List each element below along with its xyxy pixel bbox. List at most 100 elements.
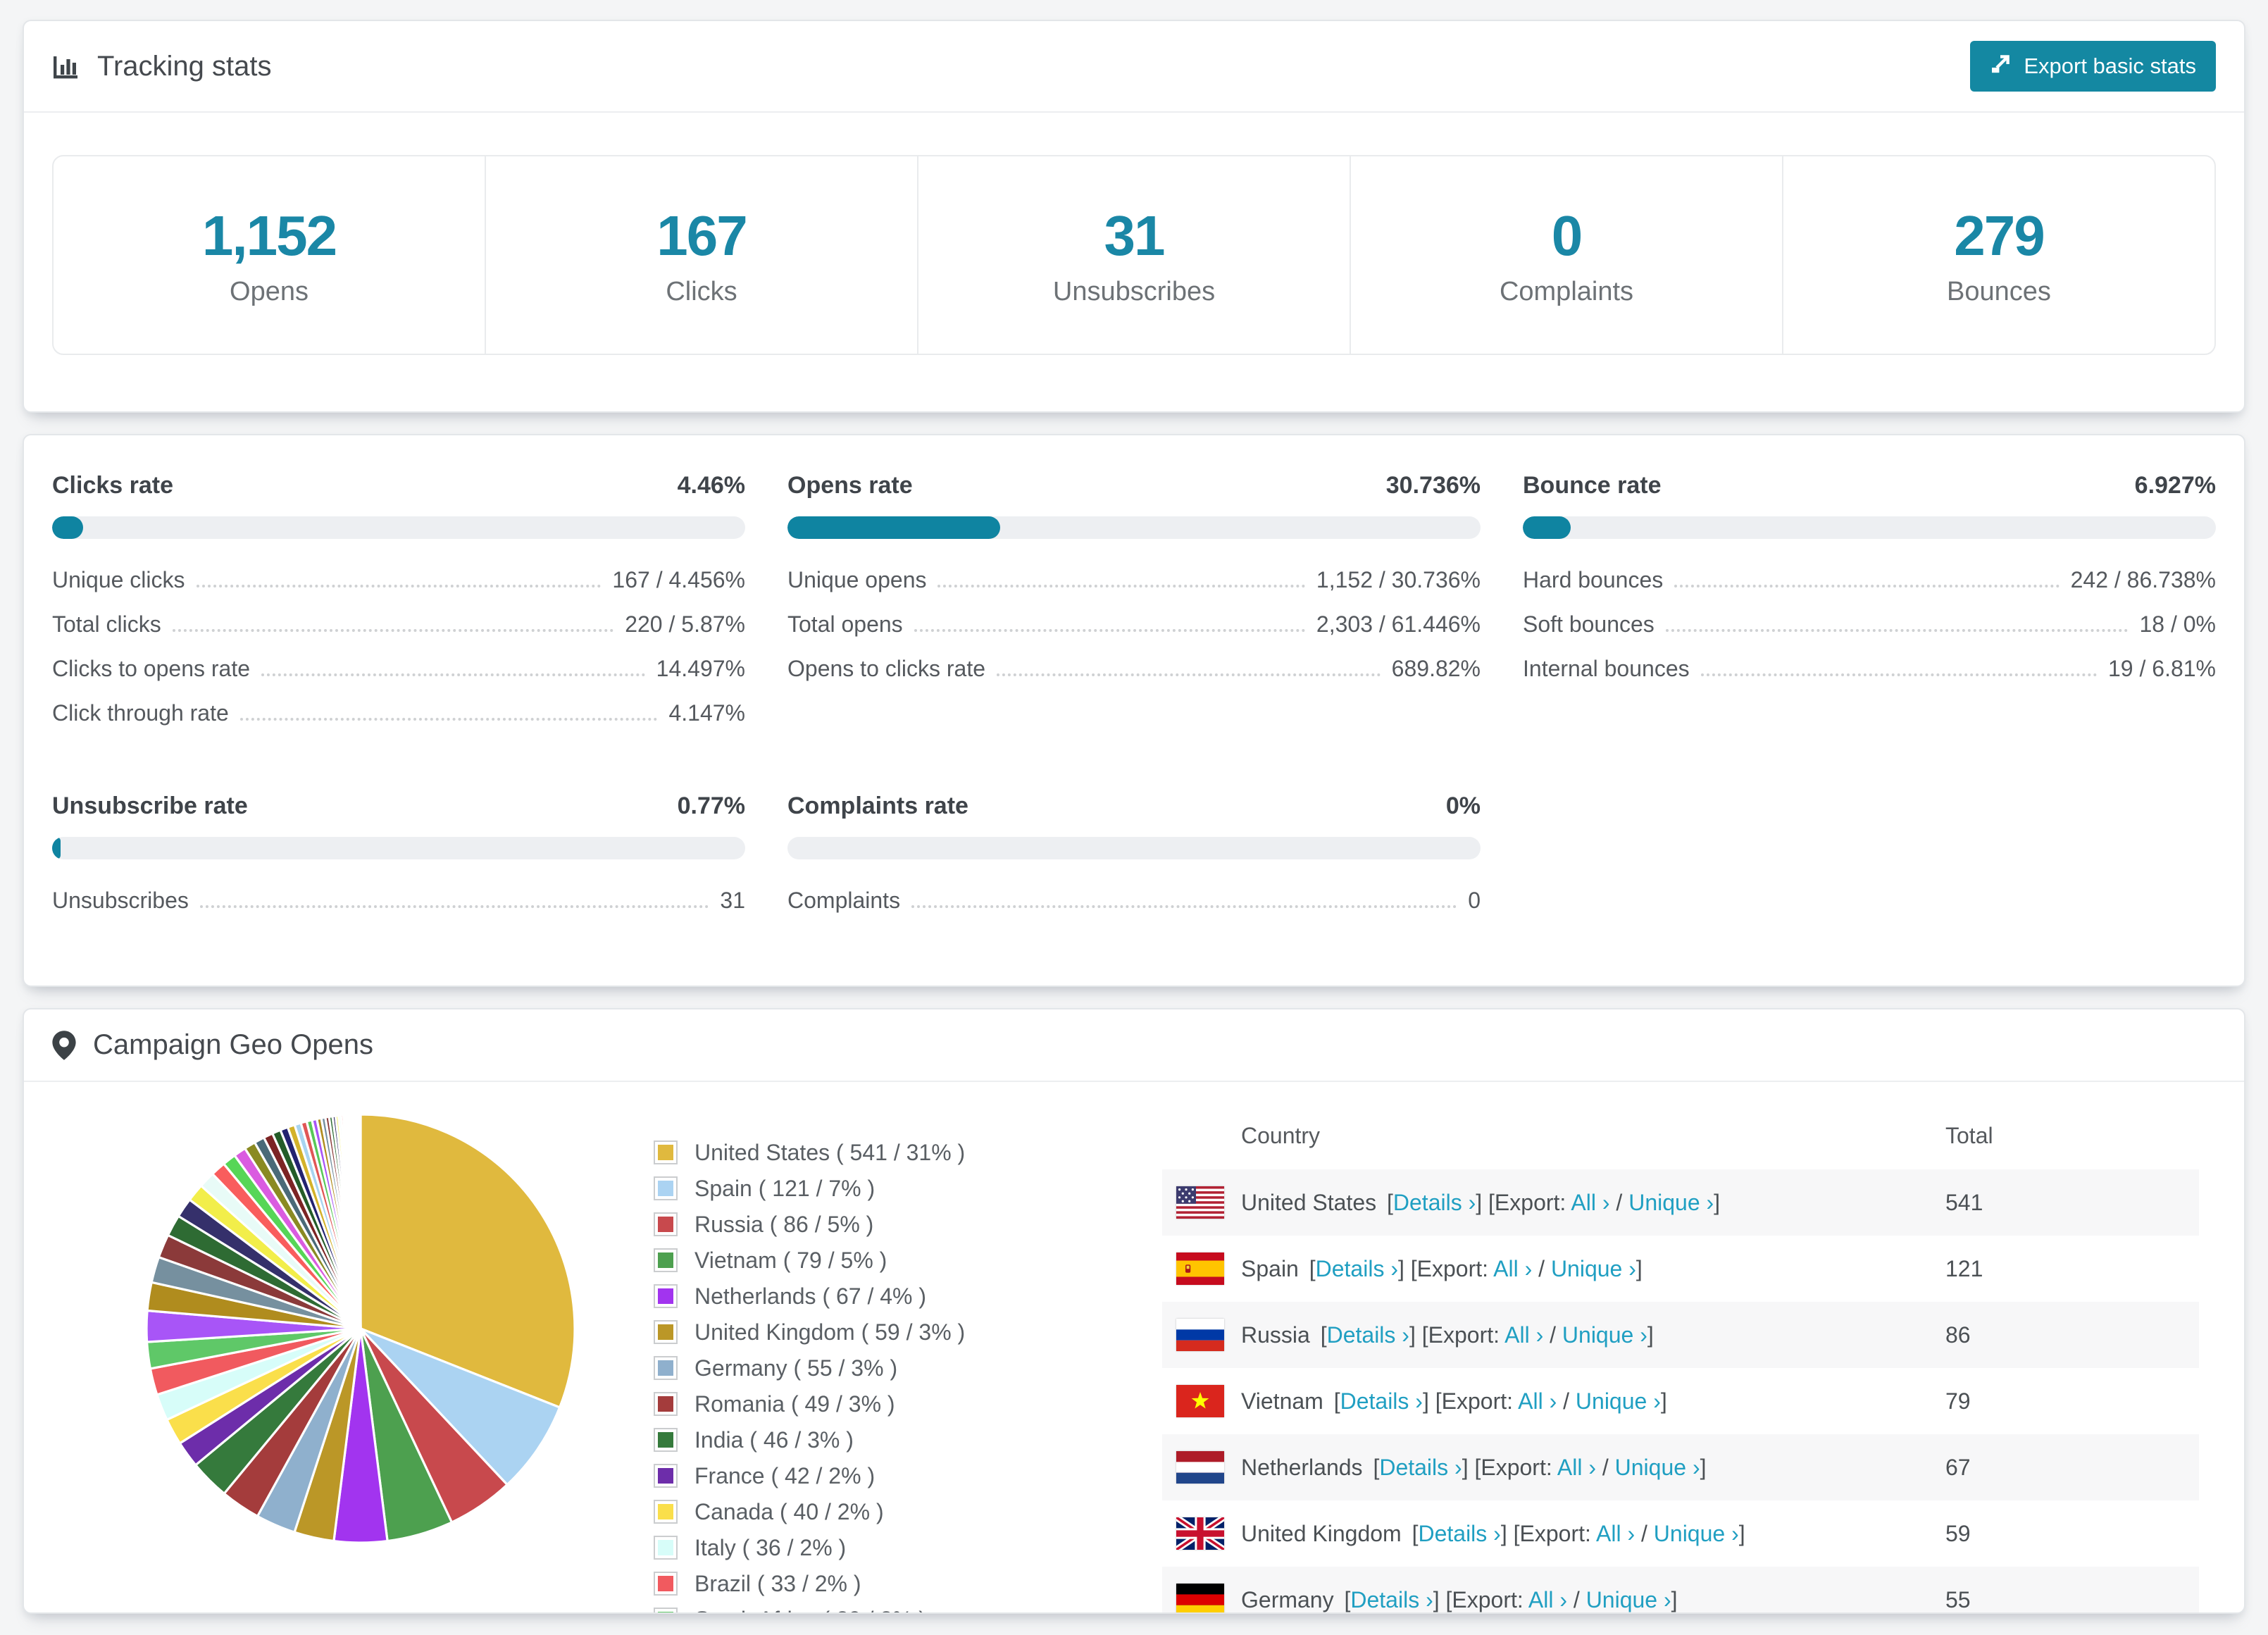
progress-bar bbox=[52, 516, 745, 539]
rate-title: Opens rate bbox=[787, 472, 913, 499]
stat-box-complaints: 0 Complaints bbox=[1350, 155, 1783, 355]
legend-item-germany: Germany ( 55 / 3% ) bbox=[655, 1354, 1106, 1382]
tracking-stats-card: Tracking stats Export basic stats 1,152 O… bbox=[23, 20, 2245, 413]
legend-label: Spain ( 121 / 7% ) bbox=[694, 1176, 876, 1201]
stat-line-value: 4.147% bbox=[668, 700, 745, 726]
dotted-leader bbox=[1700, 673, 2097, 676]
stat-label: Clicks bbox=[666, 276, 737, 306]
stat-label: Opens bbox=[230, 276, 309, 306]
dotted-leader bbox=[911, 905, 1457, 908]
details-link[interactable]: Details › bbox=[1340, 1388, 1423, 1414]
export-icon bbox=[1990, 52, 2012, 80]
link-bracket: / bbox=[1609, 1189, 1629, 1215]
link-bracket: [ bbox=[1314, 1322, 1327, 1348]
link-bracket: ] bbox=[1700, 1454, 1707, 1480]
details-link[interactable]: Details › bbox=[1350, 1587, 1433, 1612]
export-unique-link[interactable]: Unique › bbox=[1586, 1587, 1671, 1612]
export-all-link[interactable]: All › bbox=[1557, 1455, 1596, 1480]
stat-line-value: 689.82% bbox=[1391, 656, 1481, 681]
legend-swatch bbox=[655, 1178, 676, 1199]
export-unique-link[interactable]: Unique › bbox=[1628, 1190, 1714, 1215]
dotted-leader bbox=[914, 629, 1305, 632]
geo-table-header: Country Total bbox=[1162, 1102, 2199, 1169]
geo-body: United States ( 541 / 31% ) Spain ( 121 /… bbox=[24, 1082, 2244, 1612]
stat-label: Bounces bbox=[1947, 276, 2051, 306]
export-all-link[interactable]: All › bbox=[1596, 1521, 1635, 1546]
details-link[interactable]: Details › bbox=[1379, 1455, 1462, 1480]
stat-box-opens: 1,152 Opens bbox=[52, 155, 486, 355]
export-unique-link[interactable]: Unique › bbox=[1551, 1256, 1636, 1281]
stat-line-value: 2,303 / 61.446% bbox=[1316, 611, 1481, 637]
legend-item-france: France ( 42 / 2% ) bbox=[655, 1462, 1106, 1490]
link-bracket: / bbox=[1557, 1388, 1576, 1414]
link-bracket: ] [ bbox=[1397, 1255, 1417, 1281]
export-unique-link[interactable]: Unique › bbox=[1562, 1322, 1647, 1348]
legend-swatch bbox=[655, 1501, 676, 1522]
rate-head: Clicks rate 4.46% bbox=[52, 472, 745, 499]
country-name: United Kingdom bbox=[1241, 1520, 1402, 1546]
export-unique-link[interactable]: Unique › bbox=[1654, 1521, 1739, 1546]
geo-row-united-kingdom: United Kingdom [Details ›] [Export: All … bbox=[1162, 1500, 2199, 1567]
stat-value: 31 bbox=[1104, 204, 1166, 267]
details-link[interactable]: Details › bbox=[1327, 1322, 1409, 1348]
legend-item-romania: Romania ( 49 / 3% ) bbox=[655, 1390, 1106, 1418]
rate-head: Opens rate 30.736% bbox=[787, 472, 1481, 499]
rate-head: Unsubscribe rate 0.77% bbox=[52, 792, 745, 820]
rate-title: Clicks rate bbox=[52, 472, 173, 499]
export-all-link[interactable]: All › bbox=[1571, 1190, 1609, 1215]
legend-swatch bbox=[655, 1465, 676, 1486]
link-bracket: ] [ bbox=[1422, 1388, 1442, 1414]
gb-flag-icon bbox=[1176, 1517, 1224, 1550]
dotted-leader bbox=[997, 673, 1381, 676]
dotted-leader bbox=[1674, 585, 2060, 588]
export-basic-stats-button[interactable]: Export basic stats bbox=[1970, 41, 2216, 92]
country-total: 121 bbox=[1945, 1255, 1983, 1281]
total-column-header: Total bbox=[1945, 1122, 1993, 1148]
rate-title: Unsubscribe rate bbox=[52, 792, 248, 819]
geo-opens-card: Campaign Geo Opens United States ( 541 /… bbox=[23, 1008, 2245, 1614]
geo-opens-header: Campaign Geo Opens bbox=[24, 1009, 2244, 1081]
country-cell: United Kingdom [Details ›] [Export: All … bbox=[1241, 1521, 1945, 1547]
legend-item-india: India ( 46 / 3% ) bbox=[655, 1426, 1106, 1454]
progress-bar-fill bbox=[787, 516, 1001, 539]
rate-rows: Complaints 0 bbox=[787, 888, 1481, 914]
geo-opens-title: Campaign Geo Opens bbox=[52, 1029, 373, 1061]
page: Tracking stats Export basic stats 1,152 O… bbox=[0, 0, 2268, 1614]
export-unique-link[interactable]: Unique › bbox=[1576, 1388, 1661, 1414]
legend-swatch bbox=[655, 1393, 676, 1415]
legend-label: France ( 42 / 2% ) bbox=[694, 1463, 876, 1488]
rate-head: Complaints rate 0% bbox=[787, 792, 1481, 820]
details-link[interactable]: Details › bbox=[1393, 1190, 1476, 1215]
legend-item-brazil: Brazil ( 33 / 2% ) bbox=[655, 1569, 1106, 1598]
details-link[interactable]: Details › bbox=[1316, 1256, 1398, 1281]
pie-slice-other-42 bbox=[359, 1113, 362, 1329]
country-cell: Netherlands [Details ›] [Export: All › /… bbox=[1241, 1455, 1945, 1481]
country-column-header: Country bbox=[1241, 1122, 1321, 1148]
link-bracket: ] bbox=[1738, 1520, 1745, 1546]
details-link[interactable]: Details › bbox=[1418, 1521, 1500, 1546]
stat-line-unique-opens: Unique opens 1,152 / 30.736% bbox=[787, 567, 1481, 593]
export-unique-link[interactable]: Unique › bbox=[1615, 1455, 1700, 1480]
stat-value: 1,152 bbox=[201, 204, 337, 267]
legend-item-netherlands: Netherlands ( 67 / 4% ) bbox=[655, 1282, 1106, 1310]
stat-line-label: Click through rate bbox=[52, 700, 229, 726]
link-bracket: [ bbox=[1381, 1189, 1393, 1215]
dotted-leader bbox=[196, 585, 602, 588]
export-all-link[interactable]: All › bbox=[1518, 1388, 1557, 1414]
stats-body: 1,152 Opens 167 Clicks 31 Unsubscribes 0 Compla… bbox=[24, 113, 2244, 411]
legend-label: United Kingdom ( 59 / 3% ) bbox=[694, 1319, 966, 1345]
progress-bar-fill bbox=[52, 516, 83, 539]
legend-swatch bbox=[655, 1286, 676, 1307]
export-all-link[interactable]: All › bbox=[1493, 1256, 1532, 1281]
stat-value: 0 bbox=[1551, 204, 1583, 267]
export-all-link[interactable]: All › bbox=[1528, 1587, 1567, 1612]
stat-line-value: 242 / 86.738% bbox=[2070, 567, 2216, 592]
geo-opens-title-text: Campaign Geo Opens bbox=[93, 1029, 374, 1060]
country-name: Germany bbox=[1241, 1586, 1334, 1612]
rate-rows: Hard bounces 242 / 86.738% Soft bounces 18 … bbox=[1523, 567, 2216, 682]
geo-row-netherlands: Netherlands [Details ›] [Export: All › /… bbox=[1162, 1434, 2199, 1500]
tracking-stats-title: Tracking stats bbox=[52, 51, 271, 82]
dotted-leader bbox=[937, 585, 1305, 588]
export-all-link[interactable]: All › bbox=[1504, 1322, 1543, 1348]
link-bracket: ] [ bbox=[1433, 1586, 1452, 1612]
